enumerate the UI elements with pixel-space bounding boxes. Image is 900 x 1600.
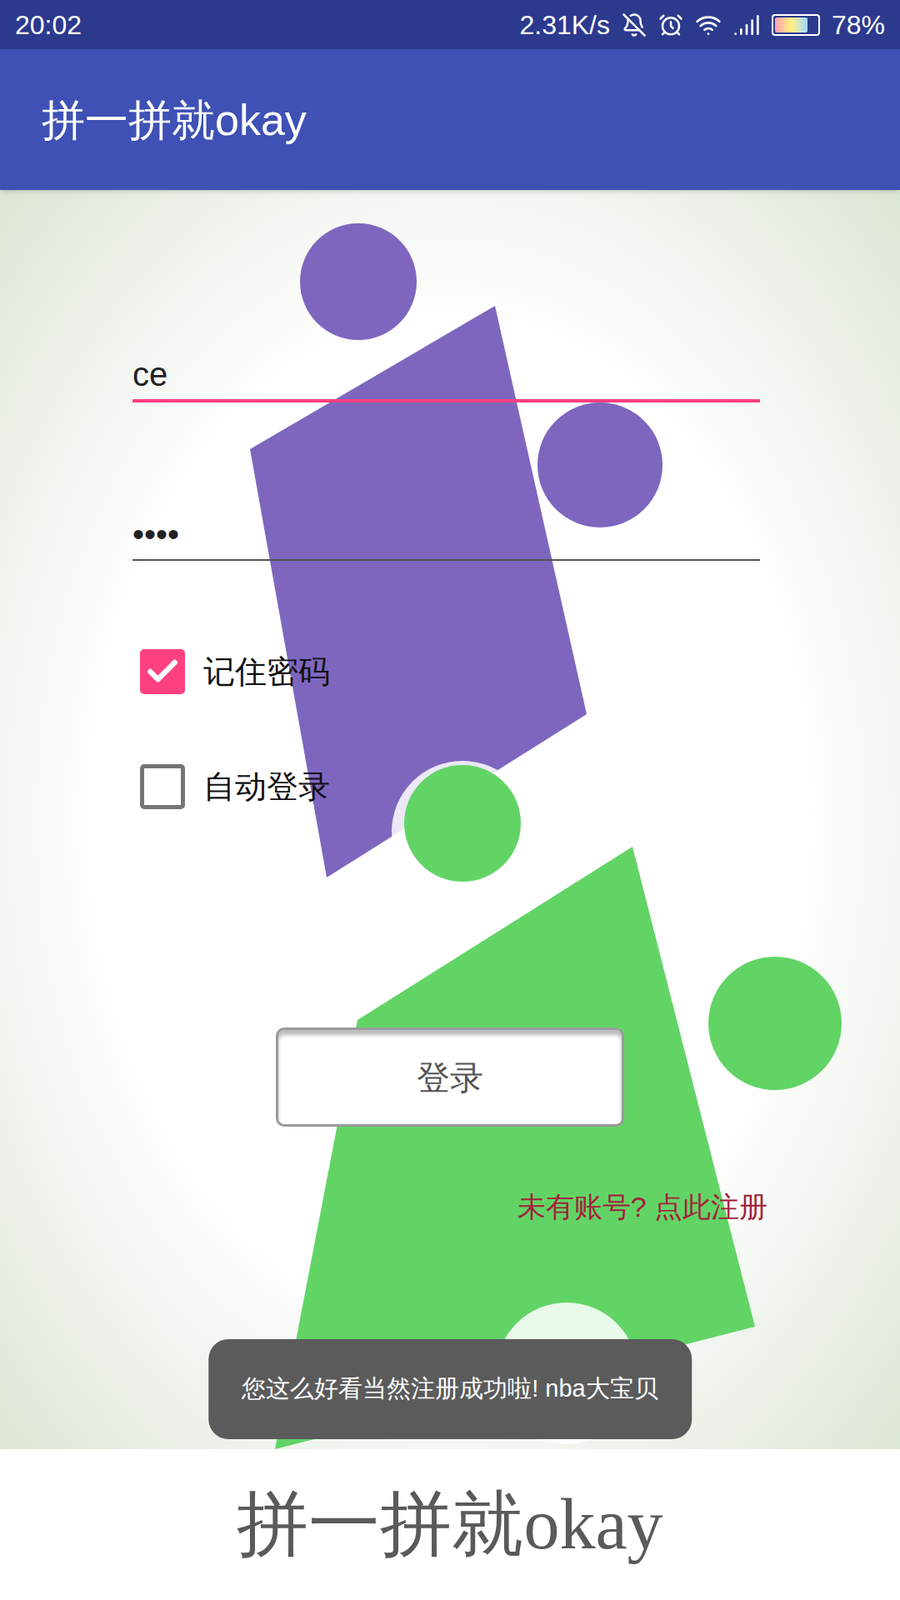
checkbox-row[interactable]: 自动登录 (132, 753, 768, 820)
field-value: ce (132, 357, 168, 391)
battery-icon (771, 14, 820, 36)
checkbox[interactable] (140, 649, 185, 695)
login-area: ce •••• 记住密码自动登录登录未有账号? 点此注册您这么好看当然注册成功啦! … (0, 190, 900, 1450)
app-bar: 拼一拼就okay (0, 49, 900, 190)
password-field[interactable]: •••• (132, 466, 760, 561)
toast: 您这么好看当然注册成功啦! nba大宝贝 (208, 1339, 692, 1440)
app-title: 拼一拼就okay (41, 87, 307, 153)
battery-percent: 78% (831, 5, 885, 45)
status-icons: 2.31K/s 78% (519, 5, 885, 45)
field-value: •••• (132, 517, 180, 551)
register-link[interactable]: 未有账号? 点此注册 (517, 1185, 768, 1229)
username-field[interactable]: ce (132, 325, 760, 403)
checkbox-row[interactable]: 记住密码 (132, 638, 768, 705)
status-time: 20:02 (15, 5, 82, 45)
footer-logo: 拼一拼就okay (236, 1470, 663, 1579)
screen: 20:02 2.31K/s 78% 拼一拼就okay ce •••• 记住密码自动登录登录未… (0, 0, 900, 1600)
login-form: ce •••• 记住密码自动登录登录未有账号? 点此注册 (0, 190, 900, 1229)
signal-icon (733, 11, 760, 39)
footer-logo-strip: 拼一拼就okay (0, 1449, 900, 1600)
status-bar: 20:02 2.31K/s 78% (0, 0, 900, 50)
checkbox[interactable] (140, 764, 185, 810)
bell-off-icon (621, 12, 647, 38)
checkbox-label: 自动登录 (203, 763, 330, 811)
login-button[interactable]: 登录 (275, 1027, 625, 1127)
wifi-icon (695, 11, 722, 39)
check-icon (144, 653, 181, 690)
status-speed: 2.31K/s (519, 5, 610, 45)
checkbox-label: 记住密码 (203, 648, 330, 696)
alarm-icon (658, 12, 684, 38)
